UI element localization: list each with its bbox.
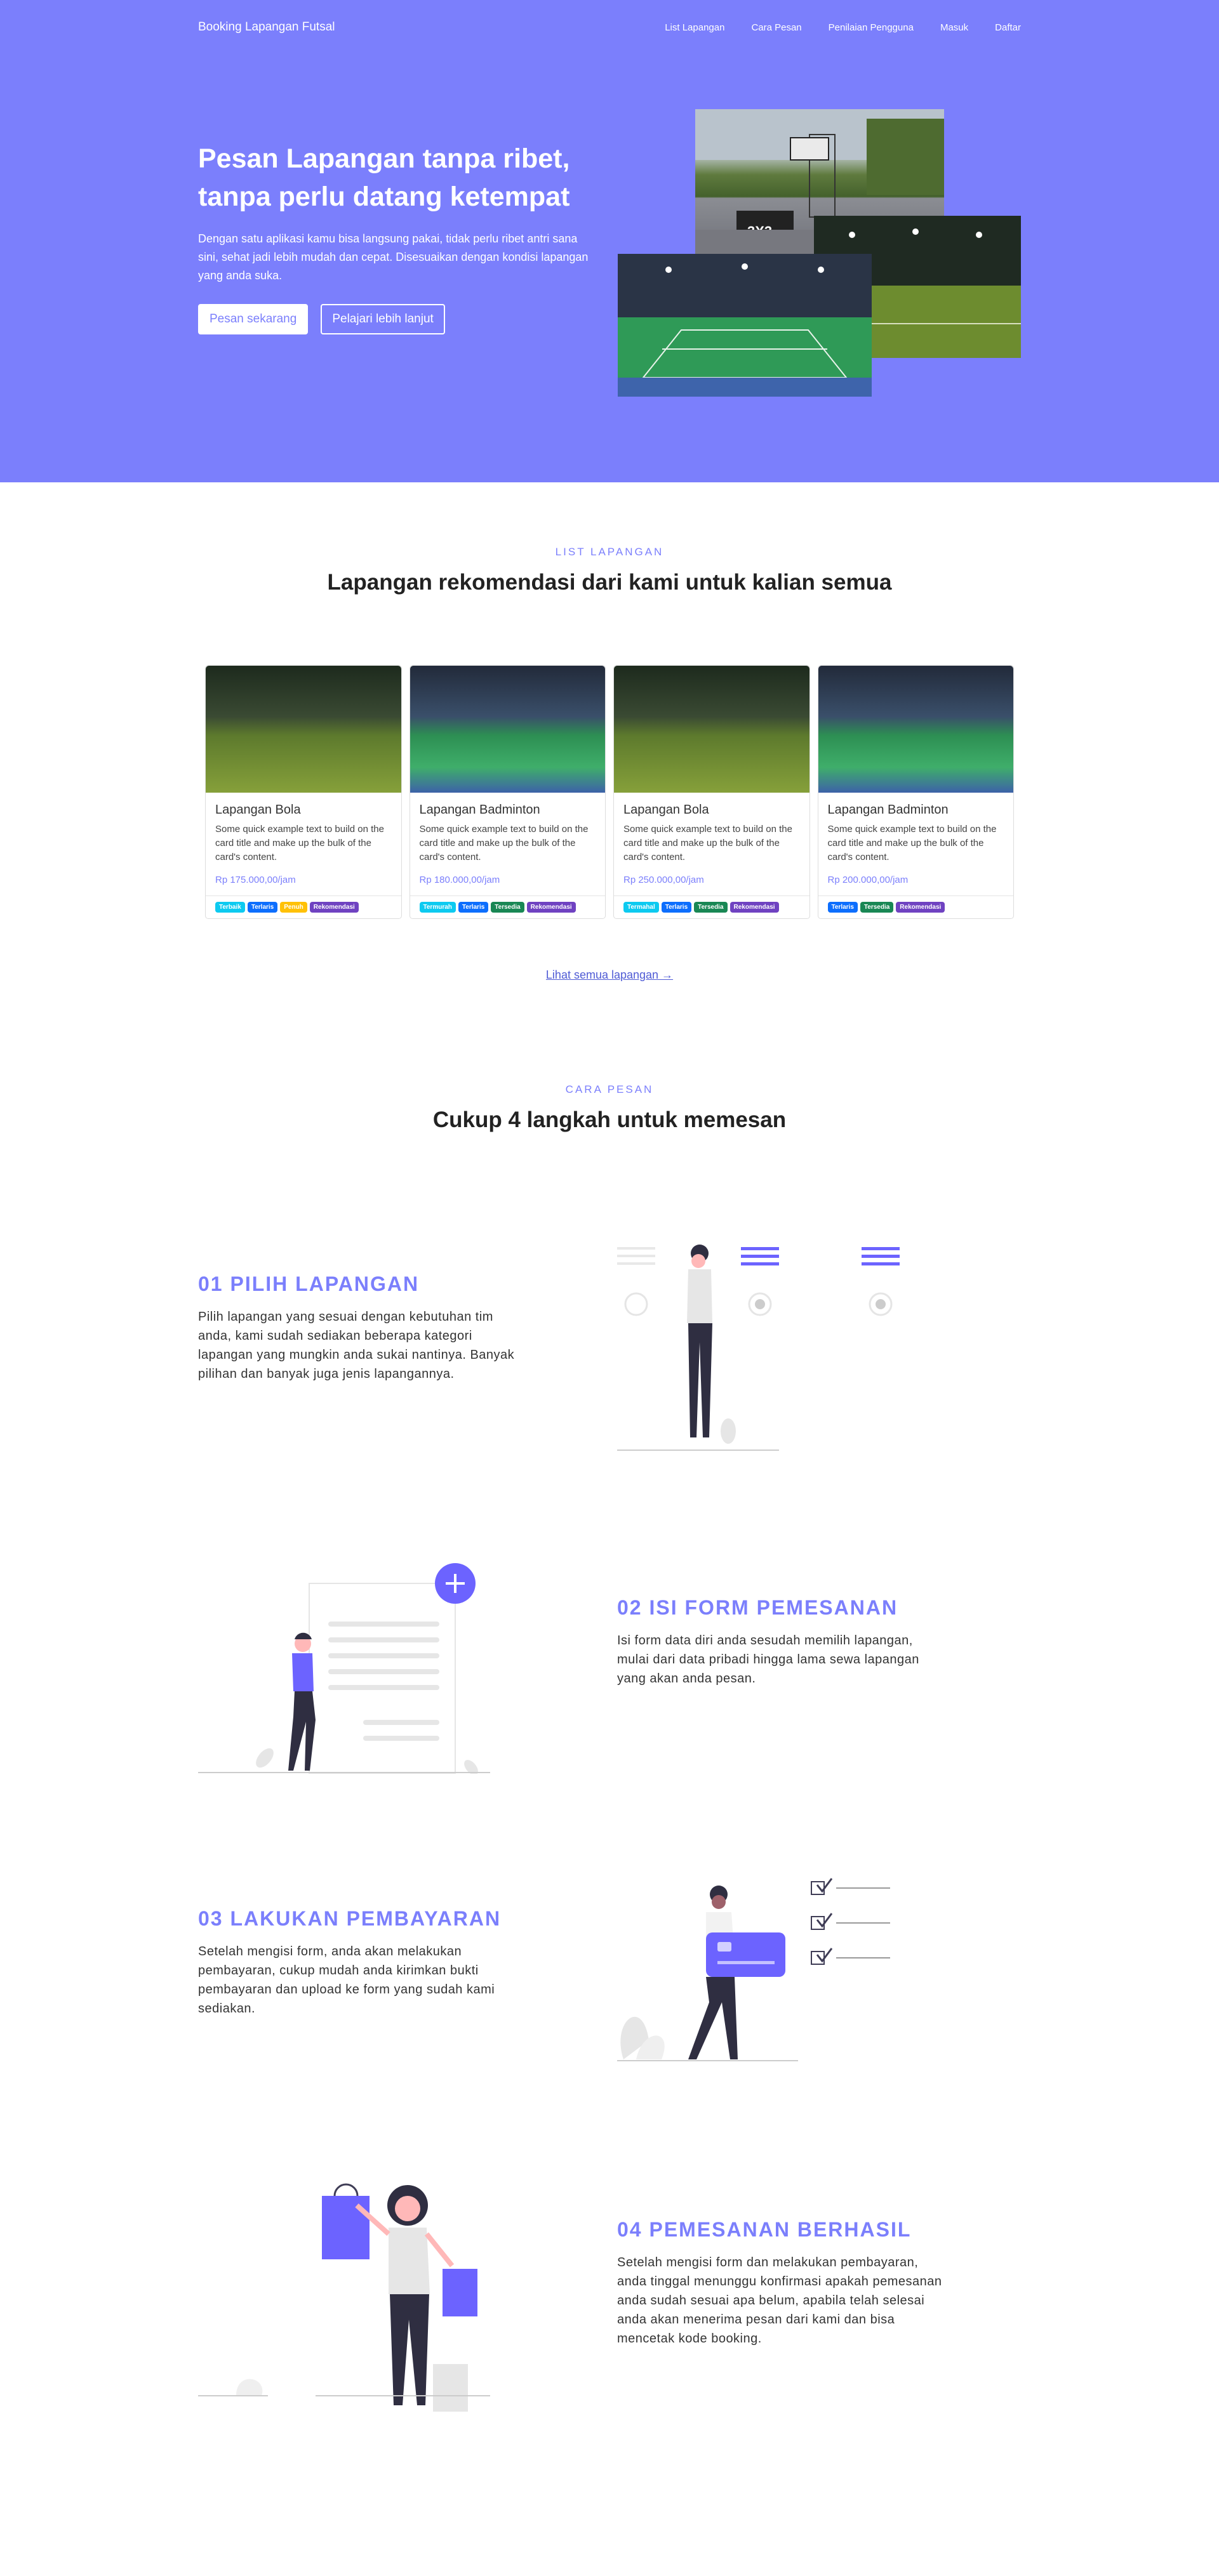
badge: Penuh [280, 902, 307, 913]
card-image [410, 666, 605, 793]
badge: Tersedia [491, 902, 524, 913]
step-1: 01 PILIH LAPANGAN Pilih lapangan yang se… [198, 1203, 1021, 1514]
badge: Terbaik [215, 902, 245, 913]
badge: Terlaris [458, 902, 489, 913]
step-title: 04 PEMESANAN BERHASIL [617, 2218, 912, 2241]
hero-image-badminton-court [618, 254, 872, 397]
step-1-text: 01 PILIH LAPANGAN Pilih lapangan yang se… [198, 1272, 528, 1384]
cara-pesan-section: CARA PESAN Cukup 4 langkah untuk memesan… [0, 982, 1219, 2447]
step-desc: Isi form data diri anda sesudah memilih … [617, 1634, 919, 1686]
list-title: Lapangan rekomendasi dari kami untuk kal… [327, 570, 892, 595]
steps-title: Cukup 4 langkah untuk memesan [432, 1107, 787, 1132]
card-payment-icon [617, 1875, 922, 2075]
court-card[interactable]: Lapangan Badminton Some quick example te… [409, 665, 606, 919]
hero-title-line2: tanpa perlu datang ketempat [198, 182, 570, 212]
step-3: 03 LAKUKAN PEMBAYARAN Setelah mengisi fo… [198, 1825, 1021, 2136]
badge: Tersedia [694, 902, 728, 913]
step-2: 02 ISI FORM PEMESANAN Isi form data diri… [198, 1514, 1021, 1825]
nav-links: List Lapangan Cara Pesan Penilaian Pengg… [665, 22, 1021, 33]
badge: Rekomendasi [309, 902, 359, 913]
card-title: Lapangan Badminton [419, 803, 540, 817]
badge: Termurah [419, 902, 456, 913]
badge: Rekomendasi [526, 902, 576, 913]
badge: Tersedia [860, 902, 894, 913]
list-eyebrow: LIST LAPANGAN [555, 546, 664, 558]
court-card[interactable]: Lapangan Bola Some quick example text to… [205, 665, 402, 919]
step-desc: Setelah mengisi form, anda akan melakuka… [198, 1945, 495, 2016]
steps-eyebrow: CARA PESAN [565, 1083, 654, 1095]
card-price: Rp 175.000,00/jam [215, 875, 296, 885]
badge: Terlaris [661, 902, 692, 913]
step-desc: Setelah mengisi form dan melakukan pemba… [617, 2256, 942, 2346]
card-price: Rp 250.000,00/jam [623, 875, 704, 885]
card-title: Lapangan Bola [623, 803, 709, 817]
nav-list-lapangan[interactable]: List Lapangan [665, 22, 724, 33]
card-price: Rp 200.000,00/jam [827, 875, 909, 885]
badge: Terlaris [247, 902, 278, 913]
see-all-courts-link[interactable]: Lihat semua lapangan → [546, 968, 673, 982]
badge: Terlaris [827, 902, 858, 913]
court-card[interactable]: Lapangan Bola Some quick example text to… [613, 665, 810, 919]
badge: Rekomendasi [896, 902, 945, 913]
nav-cara-pesan[interactable]: Cara Pesan [751, 22, 801, 33]
badge: Termahal [623, 902, 659, 913]
hero-buttons: Pesan sekarang Pelajari lebih lanjut [198, 304, 604, 334]
step-3-text: 03 LAKUKAN PEMBAYARAN Setelah mengisi fo… [198, 1907, 528, 2018]
step-2-text: 02 ISI FORM PEMESANAN Isi form data diri… [617, 1596, 947, 1688]
step-desc: Pilih lapangan yang sesuai dengan kebutu… [198, 1310, 515, 1381]
hero-title-line1: Pesan Lapangan tanpa ribet, [198, 143, 570, 174]
brand-link[interactable]: Booking Lapangan Futsal [198, 20, 335, 34]
card-price: Rp 180.000,00/jam [419, 875, 500, 885]
list-lapangan-section: LIST LAPANGAN Lapangan rekomendasi dari … [0, 482, 1219, 982]
step-title: 03 LAKUKAN PEMBAYARAN [198, 1907, 502, 1930]
nav-masuk[interactable]: Masuk [940, 22, 968, 33]
card-text: Some quick example text to build on the … [623, 824, 792, 862]
card-image [206, 666, 401, 793]
card-badges: Terbaik Terlaris Penuh Rekomendasi [206, 895, 401, 918]
order-now-button[interactable]: Pesan sekarang [198, 304, 309, 334]
step-4-text: 04 PEMESANAN BERHASIL Setelah mengisi fo… [617, 2218, 947, 2348]
card-title: Lapangan Bola [215, 803, 301, 817]
shopping-success-icon [198, 2161, 490, 2418]
card-list: Lapangan Bola Some quick example text to… [205, 665, 1014, 919]
step-title: 02 ISI FORM PEMESANAN [617, 1596, 898, 1619]
card-badges: Terlaris Tersedia Rekomendasi [818, 895, 1013, 918]
badge: Rekomendasi [729, 902, 779, 913]
card-image [818, 666, 1013, 793]
card-text: Some quick example text to build on the … [419, 824, 589, 862]
step-4: 04 PEMESANAN BERHASIL Setelah mengisi fo… [198, 2136, 1021, 2447]
nav-penilaian-pengguna[interactable]: Penilaian Pengguna [829, 22, 914, 33]
hero-description: Dengan satu aplikasi kamu bisa langsung … [198, 232, 589, 282]
form-filling-icon [198, 1558, 490, 1777]
card-badges: Termahal Terlaris Tersedia Rekomendasi [614, 895, 809, 918]
hero-title: Pesan Lapangan tanpa ribet, tanpa perlu … [198, 140, 604, 216]
card-text: Some quick example text to build on the … [827, 824, 997, 862]
card-image [614, 666, 809, 793]
hero-section: Booking Lapangan Futsal List Lapangan Ca… [0, 0, 1219, 482]
woman-choosing-icon [617, 1228, 922, 1479]
card-title: Lapangan Badminton [827, 803, 949, 817]
learn-more-button[interactable]: Pelajari lebih lanjut [321, 304, 445, 334]
hero-text: Pesan Lapangan tanpa ribet, tanpa perlu … [198, 140, 604, 334]
court-card[interactable]: Lapangan Badminton Some quick example te… [817, 665, 1014, 919]
navbar: Booking Lapangan Futsal List Lapangan Ca… [198, 0, 1021, 55]
step-title: 01 PILIH LAPANGAN [198, 1272, 420, 1295]
nav-daftar[interactable]: Daftar [995, 22, 1021, 33]
card-text: Some quick example text to build on the … [215, 824, 384, 862]
card-badges: Termurah Terlaris Tersedia Rekomendasi [410, 895, 605, 918]
